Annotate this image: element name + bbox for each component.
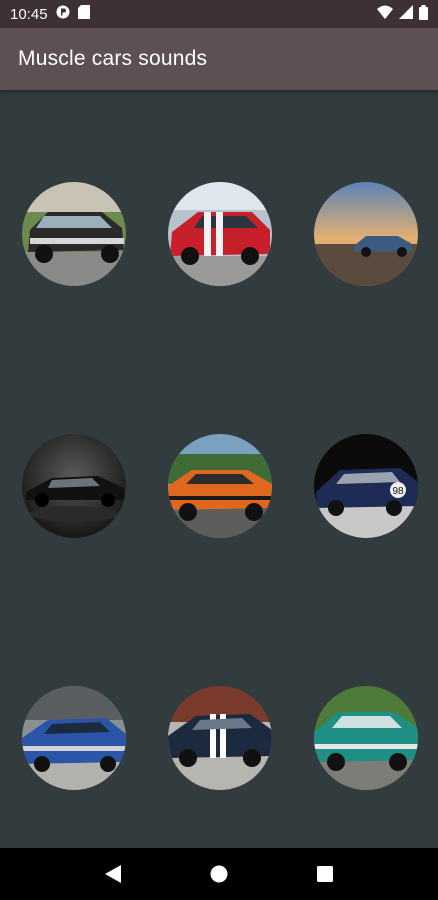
car-sound-button-8[interactable] (168, 686, 272, 790)
car-sound-button-5[interactable] (168, 434, 272, 538)
battery-icon (419, 4, 428, 24)
app-notification-icon (56, 5, 70, 23)
car-sound-button-1[interactable] (22, 182, 126, 286)
app-bar: Muscle cars sounds (0, 28, 438, 90)
sd-card-icon (77, 5, 90, 23)
wifi-icon (377, 5, 393, 23)
car-sound-button-2[interactable] (168, 182, 272, 286)
car-sound-button-7[interactable] (22, 686, 126, 790)
status-time: 10:45 (10, 5, 48, 23)
car-sound-button-4[interactable] (22, 434, 126, 538)
status-bar: 10:45 (0, 0, 438, 28)
signal-icon (399, 5, 413, 23)
navigation-bar (0, 848, 438, 900)
home-icon[interactable] (199, 854, 239, 894)
back-icon[interactable] (93, 854, 133, 894)
car-sound-button-9[interactable] (314, 686, 418, 790)
car-sound-button-3[interactable] (314, 182, 418, 286)
svg-text:98: 98 (392, 486, 404, 497)
car-grid: 98 (0, 90, 438, 848)
recents-icon[interactable] (305, 854, 345, 894)
app-title: Muscle cars sounds (18, 47, 208, 70)
car-sound-button-6[interactable]: 98 (314, 434, 418, 538)
